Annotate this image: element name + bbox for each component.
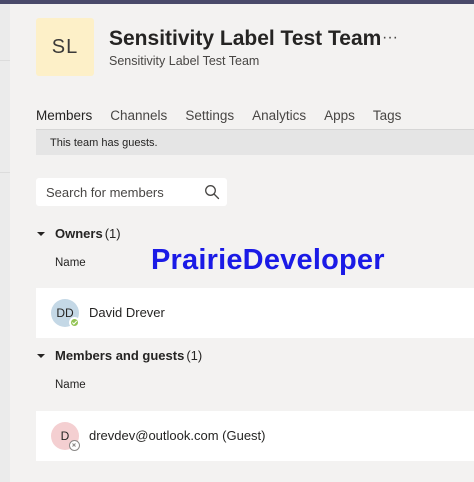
left-rail <box>0 4 10 482</box>
tab-members[interactable]: Members <box>36 108 93 132</box>
app-top-bar <box>0 0 474 4</box>
tab-channels[interactable]: Channels <box>110 108 167 130</box>
status-available-icon <box>69 317 80 328</box>
member-name: David Drever <box>89 305 165 320</box>
owners-section-header[interactable]: Owners (1) <box>37 226 121 241</box>
status-offline-icon <box>69 440 80 451</box>
member-search-box[interactable] <box>36 178 227 206</box>
column-header-name[interactable]: Name <box>55 257 86 269</box>
rail-divider <box>0 60 10 61</box>
members-guests-section-header[interactable]: Members and guests (1) <box>37 348 203 363</box>
tab-apps[interactable]: Apps <box>324 108 355 130</box>
members-guests-count: (1) <box>186 348 203 363</box>
tab-settings[interactable]: Settings <box>185 108 234 130</box>
guest-banner: This team has guests. <box>36 129 474 155</box>
team-tabs: Members Channels Settings Analytics Apps… <box>36 108 419 132</box>
team-avatar: SL <box>36 18 94 76</box>
members-guests-title: Members and guests <box>55 348 185 363</box>
tab-tags[interactable]: Tags <box>373 108 402 130</box>
member-row[interactable]: D drevdev@outlook.com (Guest) <box>36 411 474 461</box>
tab-analytics[interactable]: Analytics <box>252 108 306 130</box>
watermark-text: PrairieDeveloper <box>151 244 385 276</box>
more-options-icon[interactable]: ··· <box>381 29 399 47</box>
member-name: drevdev@outlook.com (Guest) <box>89 428 266 443</box>
team-subtitle: Sensitivity Label Test Team <box>109 54 260 68</box>
team-title: Sensitivity Label Test Team <box>109 27 382 50</box>
search-icon[interactable] <box>204 184 220 200</box>
search-input[interactable] <box>46 183 196 201</box>
chevron-down-icon <box>37 353 45 358</box>
column-header-name[interactable]: Name <box>55 379 86 391</box>
owners-count: (1) <box>104 226 121 241</box>
rail-divider <box>0 172 10 173</box>
owners-title: Owners <box>55 226 103 241</box>
member-row[interactable]: DD David Drever <box>36 288 474 338</box>
chevron-down-icon <box>37 231 45 236</box>
